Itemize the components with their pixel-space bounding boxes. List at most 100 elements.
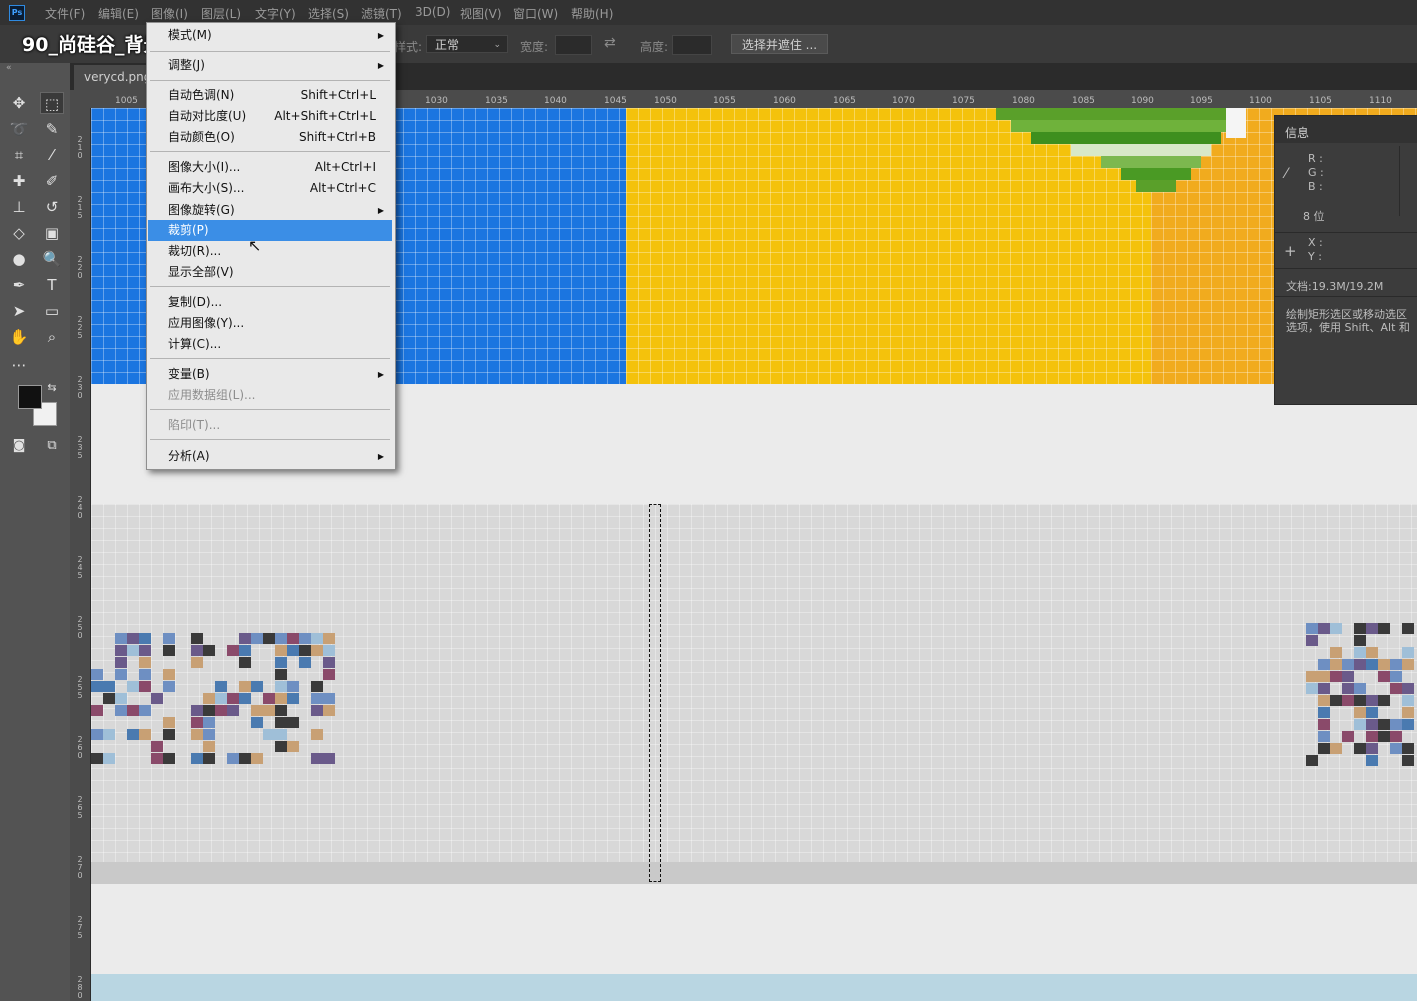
- eyedropper-tool-icon[interactable]: ⁄: [40, 144, 64, 166]
- screen-mode-icon[interactable]: ⧉: [40, 435, 64, 457]
- text-pixel: [299, 645, 311, 656]
- text-pixel: [1318, 623, 1330, 634]
- text-pixel: [263, 693, 275, 704]
- text-pixel: [1402, 743, 1414, 754]
- healing-brush-tool-icon[interactable]: ✚: [7, 170, 31, 192]
- menu-separator: [150, 51, 390, 52]
- type-tool-icon[interactable]: T: [40, 274, 64, 296]
- menu-item[interactable]: 自动色调(N) Shift+Ctrl+L: [148, 85, 392, 106]
- move-tool-icon[interactable]: ✥: [7, 92, 31, 114]
- lasso-tool-icon[interactable]: ➰: [7, 118, 31, 140]
- marquee-tool-icon[interactable]: ⬚: [40, 92, 64, 114]
- submenu-arrow-icon: ▶: [377, 31, 384, 40]
- dodge-tool-icon[interactable]: 🔍: [40, 248, 64, 270]
- text-pixel: [115, 633, 127, 644]
- info-panel-title[interactable]: 信息: [1285, 124, 1309, 141]
- swap-colors-icon[interactable]: ⇆: [40, 377, 64, 399]
- info-y: Y :: [1308, 250, 1322, 263]
- text-pixel: [1390, 683, 1402, 694]
- menu-type[interactable]: 文字(Y): [255, 5, 296, 22]
- text-pixel: [299, 633, 311, 644]
- menu-item[interactable]: 分析(A) ▶: [148, 446, 392, 467]
- text-pixel: [215, 681, 227, 692]
- height-label: 高度:: [640, 40, 669, 54]
- text-pixel: [1318, 683, 1330, 694]
- menu-select[interactable]: 选择(S): [308, 5, 349, 22]
- menu-separator: [150, 358, 390, 359]
- info-r: R :: [1308, 152, 1323, 165]
- text-pixel: [191, 645, 203, 656]
- menu-item[interactable]: 自动对比度(U) Alt+Shift+Ctrl+L: [148, 106, 392, 127]
- menu-layer[interactable]: 图层(L): [201, 5, 241, 22]
- menu-item[interactable]: 调整(J) ▶: [148, 55, 392, 76]
- menu-filter[interactable]: 滤镜(T): [361, 5, 402, 22]
- menu-item[interactable]: 自动颜色(O) Shift+Ctrl+B: [148, 127, 392, 148]
- text-pixel: [191, 633, 203, 644]
- menu-item[interactable]: 复制(D)...: [148, 292, 392, 313]
- eyedropper-icon: ⁄: [1285, 166, 1288, 182]
- menu-item[interactable]: 应用图像(Y)...: [148, 313, 392, 334]
- collapse-icon[interactable]: «: [6, 63, 12, 73]
- blur-tool-icon[interactable]: ●: [7, 248, 31, 270]
- text-pixel: [151, 741, 163, 752]
- ruler-tick-label: 235: [77, 435, 83, 460]
- height-input[interactable]: [672, 35, 712, 55]
- text-pixel: [1306, 755, 1318, 766]
- menu-item-label: 裁切(R)...: [168, 244, 222, 258]
- menu-item[interactable]: 画布大小(S)... Alt+Ctrl+C: [148, 178, 392, 199]
- crop-tool-icon[interactable]: ⌗: [7, 144, 31, 166]
- brush-tool-icon[interactable]: ✐: [40, 170, 64, 192]
- text-pixel: [215, 693, 227, 704]
- text-pixel: [239, 657, 251, 668]
- menu-file[interactable]: 文件(F): [45, 5, 85, 22]
- menu-help[interactable]: 帮助(H): [571, 5, 613, 22]
- menu-item[interactable]: 计算(C)...: [148, 334, 392, 355]
- menu-item[interactable]: 模式(M) ▶: [148, 25, 392, 46]
- marquee-selection[interactable]: [649, 504, 661, 882]
- zoom-tool-icon[interactable]: ⌕: [40, 326, 64, 348]
- gradient-tool-icon[interactable]: ▣: [40, 222, 64, 244]
- document-tab[interactable]: verycd.png: [74, 65, 151, 90]
- menu-item[interactable]: 显示全部(V): [148, 262, 392, 283]
- menu-window[interactable]: 窗口(W): [513, 5, 558, 22]
- text-pixel: [139, 729, 151, 740]
- menu-view[interactable]: 视图(V): [460, 5, 502, 22]
- more-tools-icon[interactable]: ⋯: [7, 354, 31, 376]
- menu-image[interactable]: 图像(I): [151, 5, 188, 22]
- menu-item[interactable]: 变量(B) ▶: [148, 364, 392, 385]
- rectangle-tool-icon[interactable]: ▭: [40, 300, 64, 322]
- ruler-tick-label: 250: [77, 615, 83, 640]
- menu-item[interactable]: 裁剪(P): [148, 220, 392, 241]
- text-pixel: [323, 693, 335, 704]
- text-pixel: [127, 645, 139, 656]
- text-pixel: [127, 681, 139, 692]
- style-select[interactable]: 正常 ⌄: [426, 35, 508, 53]
- text-pixel: [227, 645, 239, 656]
- width-input[interactable]: [555, 35, 592, 55]
- text-pixel: [151, 753, 163, 764]
- history-brush-tool-icon[interactable]: ↺: [40, 196, 64, 218]
- text-pixel: [1342, 683, 1354, 694]
- eraser-tool-icon[interactable]: ◇: [7, 222, 31, 244]
- menu-3d[interactable]: 3D(D): [415, 5, 450, 19]
- pen-tool-icon[interactable]: ✒: [7, 274, 31, 296]
- menu-item-shortcut: Alt+Ctrl+I: [314, 160, 376, 174]
- select-and-mask-button[interactable]: 选择并遮住 ...: [731, 34, 828, 54]
- menu-edit[interactable]: 编辑(E): [98, 5, 139, 22]
- menu-separator: [150, 151, 390, 152]
- quick-mask-icon[interactable]: ◙: [7, 435, 31, 457]
- stamp-tool-icon[interactable]: ⊥: [7, 196, 31, 218]
- path-select-tool-icon[interactable]: ➤: [7, 300, 31, 322]
- text-pixel: [275, 669, 287, 680]
- ruler-tick-label: 1050: [654, 96, 677, 106]
- quick-select-tool-icon[interactable]: ✎: [40, 118, 64, 140]
- swap-icon[interactable]: ⇄: [604, 35, 616, 51]
- menu-item[interactable]: 图像旋转(G) ▶: [148, 200, 392, 221]
- hand-tool-icon[interactable]: ✋: [7, 326, 31, 348]
- text-pixel: [251, 633, 263, 644]
- menu-item[interactable]: 图像大小(I)... Alt+Ctrl+I: [148, 157, 392, 178]
- foreground-color-swatch[interactable]: [18, 385, 42, 409]
- menu-item[interactable]: 裁切(R)...: [148, 241, 392, 262]
- divider: [1399, 146, 1400, 216]
- text-pixel: [239, 633, 251, 644]
